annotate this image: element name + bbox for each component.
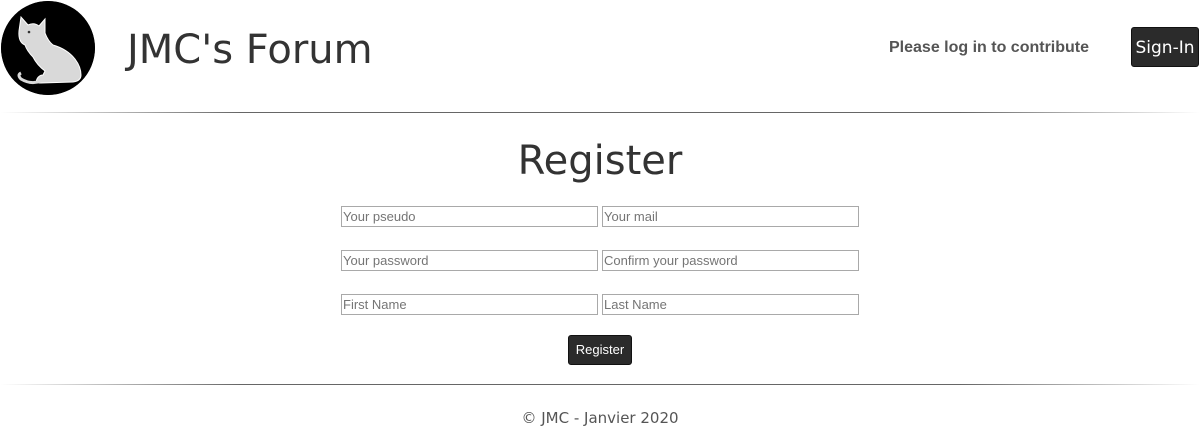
header-divider [0, 112, 1200, 113]
site-header: JMC's Forum Please log in to contribute … [0, 0, 1200, 112]
page-title: Register [517, 138, 683, 184]
register-button[interactable]: Register [568, 335, 632, 365]
confirm-password-input[interactable] [602, 250, 859, 271]
password-input[interactable] [341, 250, 598, 271]
footer-copyright: © JMC - Janvier 2020 [521, 409, 679, 427]
footer-divider [0, 384, 1200, 385]
pseudo-input[interactable] [341, 206, 598, 227]
sign-in-button[interactable]: Sign-In [1131, 27, 1199, 67]
first-name-input[interactable] [341, 294, 598, 315]
cat-logo-icon[interactable] [1, 1, 95, 95]
site-title: JMC's Forum [127, 27, 373, 73]
mail-input[interactable] [602, 206, 859, 227]
last-name-input[interactable] [602, 294, 859, 315]
login-hint-text: Please log in to contribute [889, 39, 1090, 56]
